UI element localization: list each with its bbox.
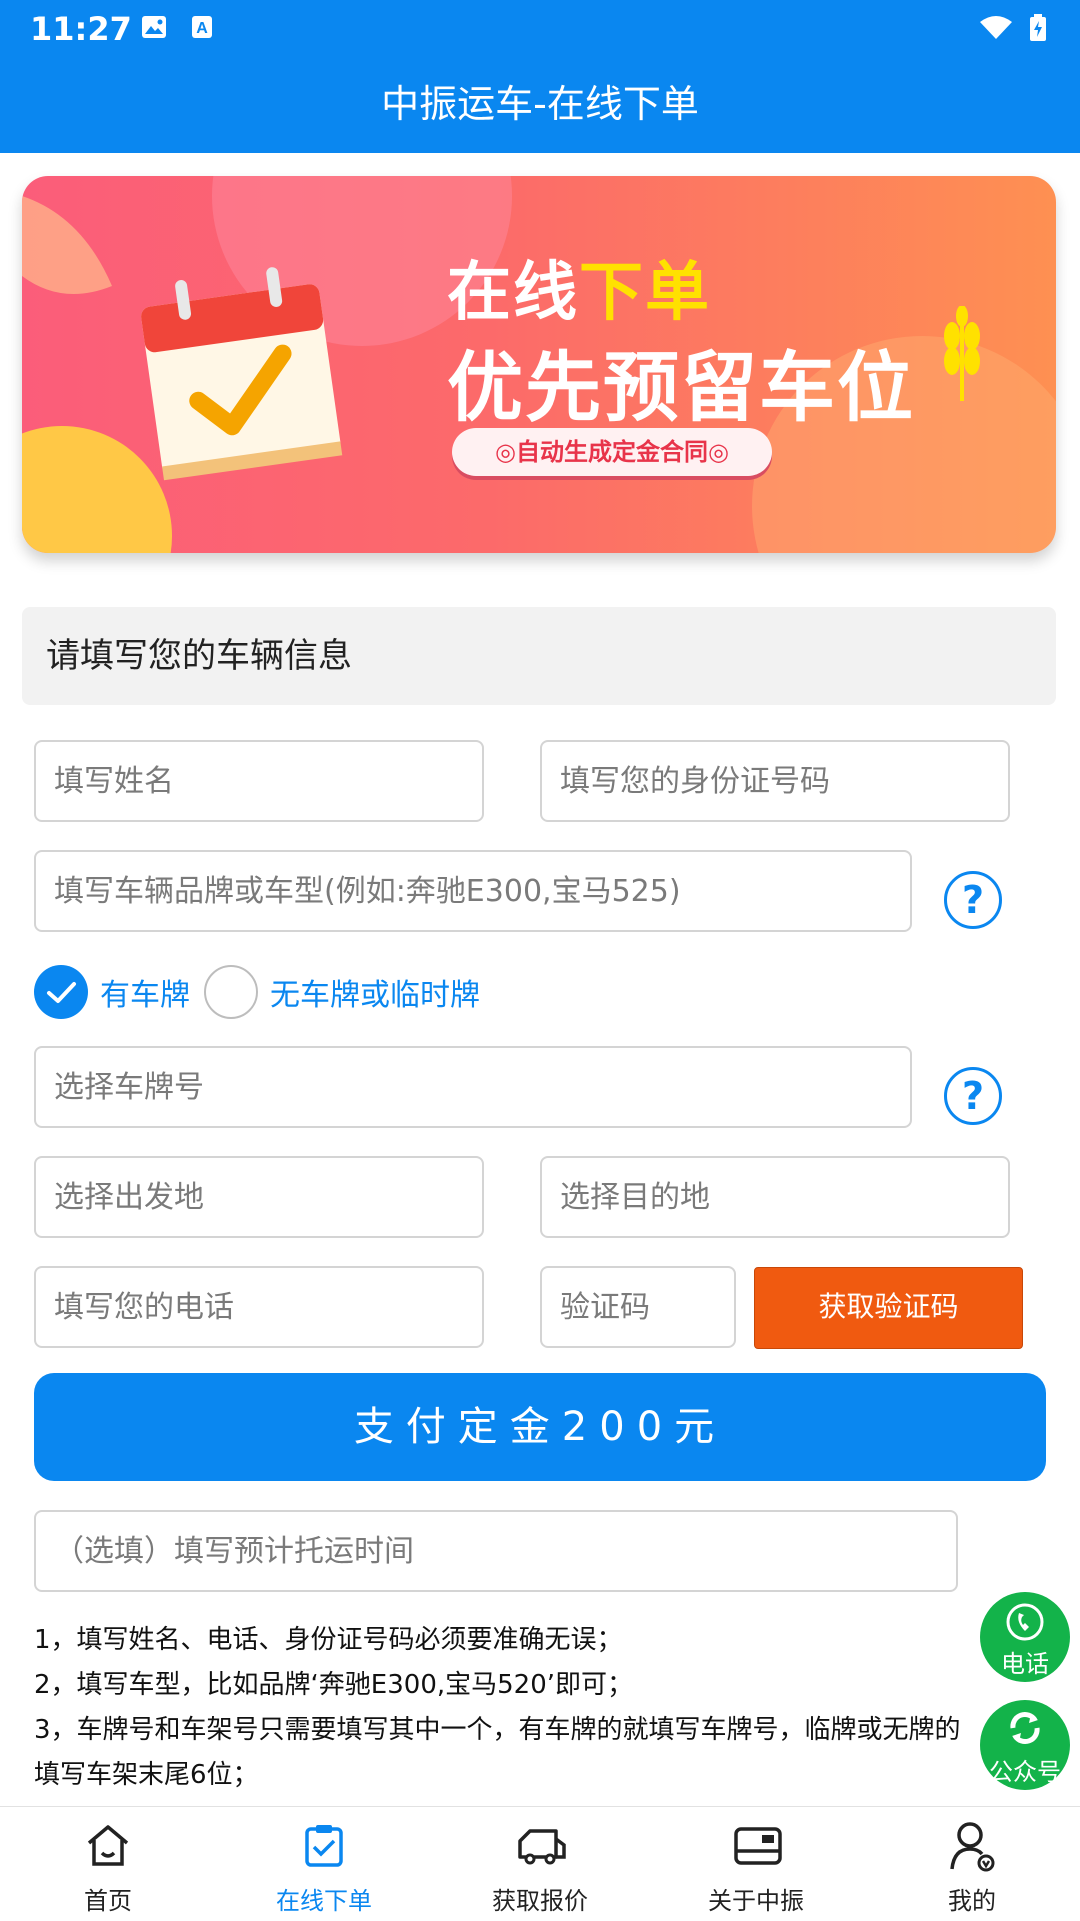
tab-get-quote-label: 获取报价 — [492, 1887, 588, 1915]
card-icon — [734, 1827, 782, 1865]
plate-number-select[interactable] — [34, 1046, 912, 1128]
battery-icon — [1028, 14, 1048, 41]
tab-mine-label: 我的 — [948, 1887, 996, 1915]
banner-subheadline: 优先预留车位 — [447, 343, 915, 432]
status-time: 11:27 — [30, 10, 132, 48]
tab-mine[interactable]: 我的 — [864, 1807, 1080, 1921]
phone-float-button[interactable]: 电话 — [980, 1592, 1070, 1682]
vehicle-info-header: 请填写您的车辆信息 — [22, 607, 1056, 705]
phone-input[interactable] — [34, 1266, 484, 1348]
app-bar: 中振运车-在线下单 — [0, 56, 1080, 153]
verification-code-input[interactable] — [540, 1266, 736, 1348]
tab-online-order[interactable]: 在线下单 — [216, 1807, 432, 1921]
has-plate-radio[interactable] — [34, 965, 88, 1019]
car-model-help-icon[interactable]: ? — [944, 871, 1002, 929]
plate-help-icon[interactable]: ? — [944, 1067, 1002, 1125]
destination-select[interactable] — [540, 1156, 1010, 1238]
user-icon — [950, 1822, 995, 1872]
car-model-input[interactable] — [34, 850, 912, 932]
check-icon — [47, 982, 76, 1003]
status-bar: 11:27 A — [0, 0, 1080, 56]
get-code-button[interactable]: 获取验证码 — [754, 1267, 1023, 1349]
pay-deposit-button[interactable]: 支付定金200元 — [34, 1373, 1046, 1481]
instructions: 1，填写姓名、电话、身份证号码必须要准确无误； 2，填写车型，比如品牌‘奔驰E3… — [34, 1618, 1034, 1798]
promo-banner[interactable]: 在线下单 优先预留车位 ◎自动生成定金合同◎ — [22, 176, 1056, 553]
no-plate-radio[interactable] — [204, 965, 258, 1019]
id-number-input[interactable] — [540, 740, 1010, 822]
order-icon — [305, 1825, 343, 1867]
tab-online-order-label: 在线下单 — [276, 1887, 372, 1915]
instruction-line: 3，车牌号和车架号只需要填写其中一个，有车牌的就填写车牌号，临牌或无牌的 — [34, 1715, 961, 1745]
phone-float-label: 电话 — [1001, 1650, 1049, 1678]
page-title: 中振运车-在线下单 — [381, 82, 699, 126]
calendar-check-icon — [141, 267, 343, 481]
origin-select[interactable] — [34, 1156, 484, 1238]
banner-headline: 在线下单 — [447, 241, 711, 333]
ship-time-input[interactable] — [34, 1510, 958, 1592]
wechat-float-label: 公众号 — [989, 1758, 1061, 1786]
wechat-float-button[interactable]: 公众号 — [980, 1700, 1070, 1790]
tab-about[interactable]: 关于中振 — [648, 1807, 864, 1921]
instruction-line: 1，填写姓名、电话、身份证号码必须要准确无误； — [34, 1625, 623, 1655]
refresh-icon — [1010, 1712, 1040, 1744]
name-input[interactable] — [34, 740, 484, 822]
image-notification-icon — [140, 14, 168, 40]
wheat-icon — [944, 306, 980, 401]
instruction-line: 填写车架末尾6位； — [34, 1760, 259, 1790]
wifi-icon — [978, 14, 1014, 40]
tab-home[interactable]: 首页 — [0, 1807, 216, 1921]
font-notification-icon: A — [190, 14, 218, 40]
svg-text:A: A — [196, 20, 208, 37]
no-plate-label[interactable]: 无车牌或临时牌 — [270, 970, 480, 1014]
instruction-line: 2，填写车型，比如品牌‘奔驰E300,宝马520’即可； — [34, 1670, 634, 1700]
banner-headline-part1: 在线 — [447, 256, 579, 330]
tab-about-label: 关于中振 — [708, 1887, 804, 1915]
bottom-tab-bar: 首页 在线下单 获取报价 关于中振 我的 — [0, 1806, 1080, 1921]
has-plate-label[interactable]: 有车牌 — [100, 970, 190, 1014]
tab-home-label: 首页 — [84, 1887, 132, 1915]
truck-icon — [518, 1829, 566, 1865]
home-icon — [87, 1825, 129, 1866]
banner-badge: ◎自动生成定金合同◎ — [452, 428, 772, 476]
tab-get-quote[interactable]: 获取报价 — [432, 1807, 648, 1921]
banner-headline-highlight: 下单 — [579, 256, 711, 330]
phone-icon — [1006, 1603, 1044, 1641]
